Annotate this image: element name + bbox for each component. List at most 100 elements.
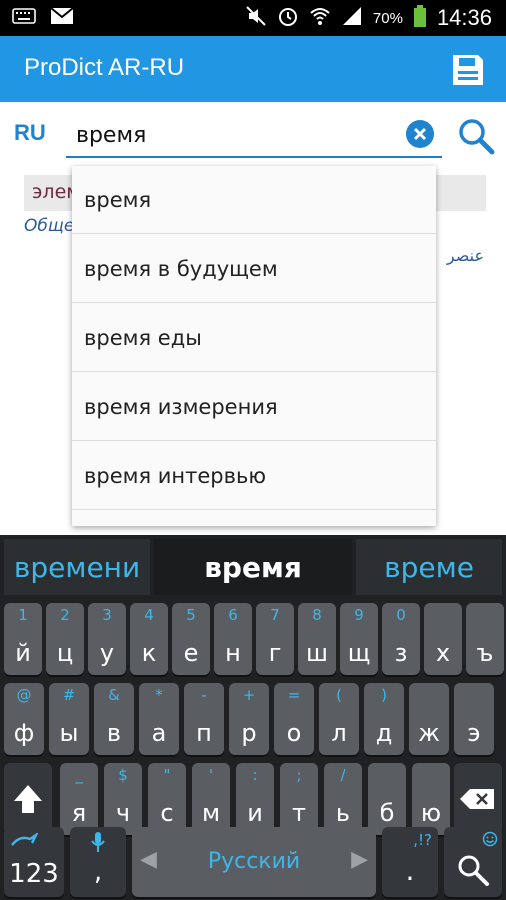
letter-key[interactable]: 2ц [46, 603, 84, 675]
app-title: ProDict AR-RU [24, 54, 185, 81]
search-key[interactable] [444, 827, 502, 897]
letter-key[interactable]: -п [184, 683, 224, 755]
key-label: щ [347, 639, 371, 667]
letter-key[interactable]: " с [148, 763, 186, 835]
candidate-main[interactable]: время [154, 539, 352, 595]
letter-key[interactable]: 5е [172, 603, 210, 675]
suggestion-item[interactable]: время [72, 166, 436, 234]
candidate-left[interactable]: времени [4, 539, 150, 595]
letter-key[interactable]: ъ [466, 603, 504, 675]
letter-key[interactable]: & в [94, 683, 134, 755]
key-label: й [15, 639, 31, 667]
letter-key[interactable]: # ы [49, 683, 89, 755]
letter-key[interactable]: * а [139, 683, 179, 755]
key-label: ю [420, 799, 442, 827]
key-hint: " [163, 766, 171, 784]
suggestion-item[interactable]: время в будущем [72, 235, 436, 303]
comma-key[interactable]: , [70, 827, 126, 897]
letter-key[interactable]: :и [236, 763, 274, 835]
search-button[interactable] [456, 116, 496, 156]
suggestion-dropdown: время время в будущем время еды время из… [72, 166, 436, 526]
letter-key[interactable]: ж [409, 683, 449, 755]
letter-key[interactable]: (л [319, 683, 359, 755]
suggestion-item[interactable]: время интервью [72, 442, 436, 510]
letter-key[interactable]: х [424, 603, 462, 675]
key-hint: 9 [354, 606, 364, 624]
key-hint: & [108, 686, 120, 704]
letter-key[interactable]: @ ф [4, 683, 44, 755]
letter-key[interactable]: ) д [364, 683, 404, 755]
result-translation[interactable]: عنصر [447, 246, 484, 265]
result-category: Обще [24, 216, 75, 236]
language-label[interactable]: RU [14, 120, 46, 146]
save-button[interactable] [448, 50, 488, 90]
key-label: ы [59, 719, 79, 747]
key-label: с [160, 799, 174, 827]
letter-key[interactable]: 3у [88, 603, 126, 675]
shift-key[interactable] [4, 763, 52, 835]
space-key[interactable]: ◀ Русский ▶ [132, 827, 376, 897]
letter-key[interactable]: $ ч [104, 763, 142, 835]
key-label: ж [418, 719, 440, 747]
candidate-right[interactable]: време [356, 539, 502, 595]
letter-key[interactable]: 8ш [298, 603, 336, 675]
letter-key[interactable]: 4к [130, 603, 168, 675]
shift-arrow-icon [14, 785, 42, 813]
letter-key[interactable]: 7г [256, 603, 294, 675]
battery-icon [413, 5, 427, 31]
letter-key[interactable]: ю [412, 763, 450, 835]
clear-search-button[interactable] [406, 120, 434, 148]
letter-key[interactable]: ' м [192, 763, 230, 835]
key-label: т [292, 799, 306, 827]
letter-key[interactable]: 6н [214, 603, 252, 675]
search-input[interactable] [76, 118, 396, 152]
key-label: л [331, 719, 347, 747]
search-icon [458, 855, 489, 886]
letter-key[interactable]: ; т [280, 763, 318, 835]
suggestion-text: время [84, 188, 152, 212]
suggestion-item[interactable]: время измерения [72, 373, 436, 441]
letter-key[interactable]: 1й [4, 603, 42, 675]
letter-key[interactable]: 9щ [340, 603, 378, 675]
letter-key[interactable]: б [368, 763, 406, 835]
letter-key[interactable]: э [454, 683, 494, 755]
key-hint: 2 [60, 606, 70, 624]
key-label: р [241, 719, 257, 747]
key-hint: = [287, 686, 301, 704]
key-hint: ) [381, 686, 387, 704]
key-hint: @ [16, 686, 32, 704]
key-label: . [405, 854, 415, 887]
key-hint: # [62, 686, 76, 704]
key-label: б [379, 799, 395, 827]
wifi-icon [309, 5, 331, 31]
letter-key[interactable]: + р [229, 683, 269, 755]
key-label: ш [306, 639, 328, 667]
gmail-icon [50, 7, 74, 29]
smiley-icon [482, 831, 498, 847]
letter-key[interactable]: = о [274, 683, 314, 755]
key-hint: 6 [228, 606, 238, 624]
numbers-key[interactable]: 123 [4, 827, 64, 897]
key-label: н [225, 639, 241, 667]
backspace-key[interactable] [454, 763, 502, 835]
microphone-icon [91, 832, 105, 852]
key-hint: * [155, 686, 163, 704]
key-label: э [467, 719, 481, 747]
floppy-disk-icon [453, 55, 483, 85]
key-label: ъ [476, 639, 494, 667]
letter-key[interactable]: 0з [382, 603, 420, 675]
suggestion-item[interactable]: время еды [72, 304, 436, 372]
key-label: ь [335, 799, 351, 827]
key-hint: 8 [312, 606, 322, 624]
key-label: д [375, 719, 393, 747]
key-hint: - [201, 686, 207, 704]
signal-icon [341, 5, 363, 31]
key-hint: ,!? [413, 831, 432, 849]
period-key[interactable]: ,!?. [382, 827, 438, 897]
alarm-icon [277, 5, 299, 31]
key-hint: 7 [270, 606, 280, 624]
key-label: ц [56, 639, 74, 667]
letter-key[interactable]: _ я [60, 763, 98, 835]
letter-key[interactable]: / ь [324, 763, 362, 835]
key-hint: ; [296, 766, 302, 784]
